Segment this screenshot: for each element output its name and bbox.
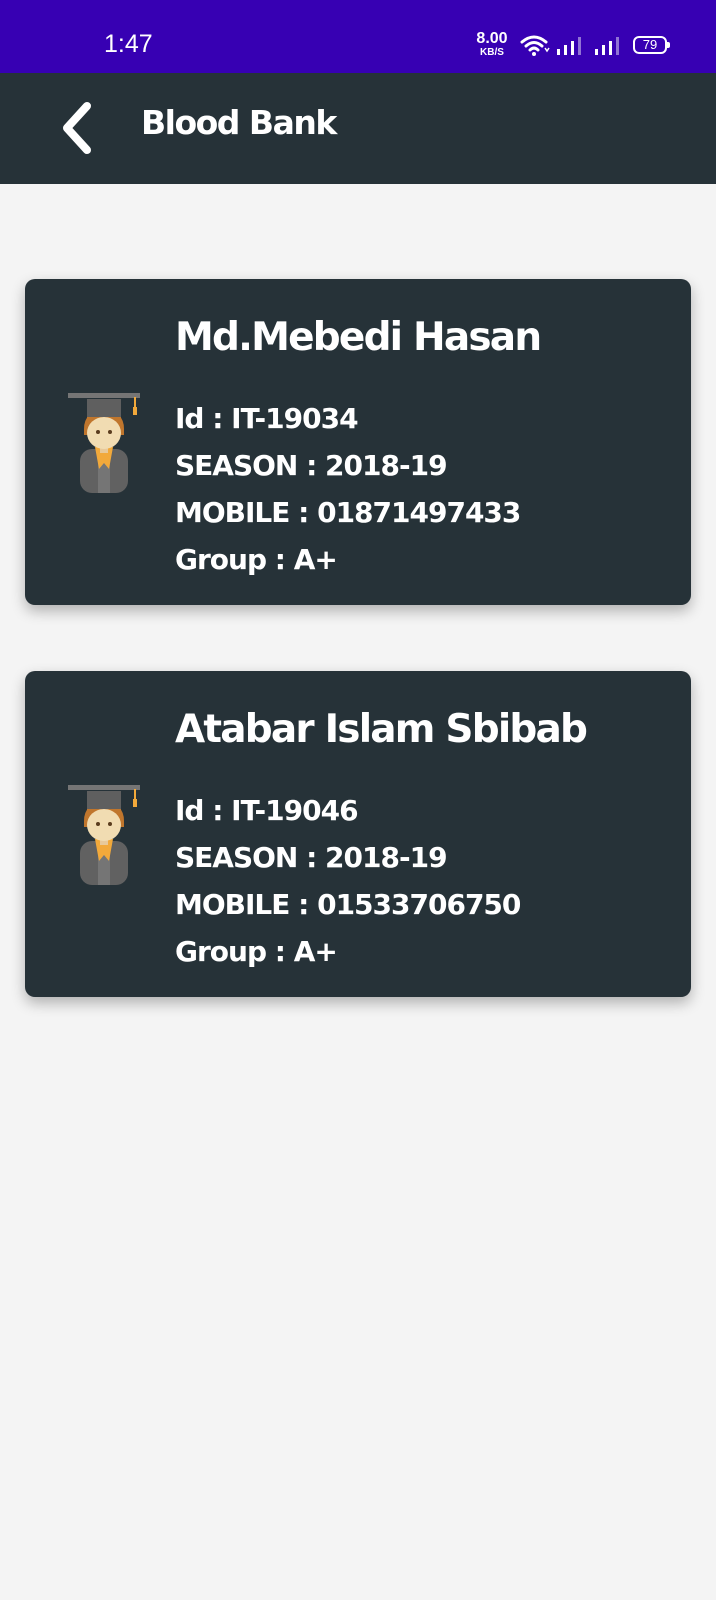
- status-time: 1:47: [104, 30, 153, 58]
- graduate-avatar-icon: [68, 393, 140, 493]
- donor-card[interactable]: Md.Mebedi Hasan Id : IT-19034 SEASON : 2…: [25, 279, 691, 605]
- donor-blood-group: Group : A+: [175, 543, 338, 576]
- donor-id: Id : IT-19034: [175, 402, 359, 435]
- donor-id: Id : IT-19046: [175, 794, 359, 827]
- signal-strength-icon: [557, 37, 581, 55]
- network-speed-unit: KB/S: [480, 47, 504, 58]
- donor-card[interactable]: Atabar Islam Sbibab Id : IT-19046 SEASON…: [25, 671, 691, 997]
- donor-details: Id : IT-19046 SEASON : 2018-19 MOBILE : …: [175, 787, 521, 975]
- page-title: Blood Bank: [141, 103, 337, 142]
- app-bar: Blood Bank: [0, 73, 716, 184]
- donor-name: Md.Mebedi Hasan: [175, 315, 542, 360]
- graduate-avatar-icon: [68, 785, 140, 885]
- donor-list: Md.Mebedi Hasan Id : IT-19034 SEASON : 2…: [25, 279, 691, 1063]
- donor-mobile: MOBILE : 01871497433: [175, 496, 521, 529]
- status-bar: 1:47 8.00 KB/S 79: [0, 0, 716, 73]
- network-speed: 8.00 KB/S: [472, 31, 512, 58]
- network-speed-value: 8.00: [476, 30, 508, 47]
- donor-season: SEASON : 2018-19: [175, 841, 448, 874]
- donor-details: Id : IT-19034 SEASON : 2018-19 MOBILE : …: [175, 395, 521, 583]
- battery-icon: 79: [633, 36, 670, 54]
- signal-strength-icon: [595, 37, 619, 55]
- back-button[interactable]: [44, 95, 110, 161]
- donor-mobile: MOBILE : 01533706750: [175, 888, 521, 921]
- donor-name: Atabar Islam Sbibab: [175, 707, 588, 752]
- donor-season: SEASON : 2018-19: [175, 449, 448, 482]
- battery-level: 79: [642, 37, 658, 52]
- wifi-icon: [520, 35, 550, 56]
- donor-blood-group: Group : A+: [175, 935, 338, 968]
- chevron-left-icon: [63, 102, 91, 154]
